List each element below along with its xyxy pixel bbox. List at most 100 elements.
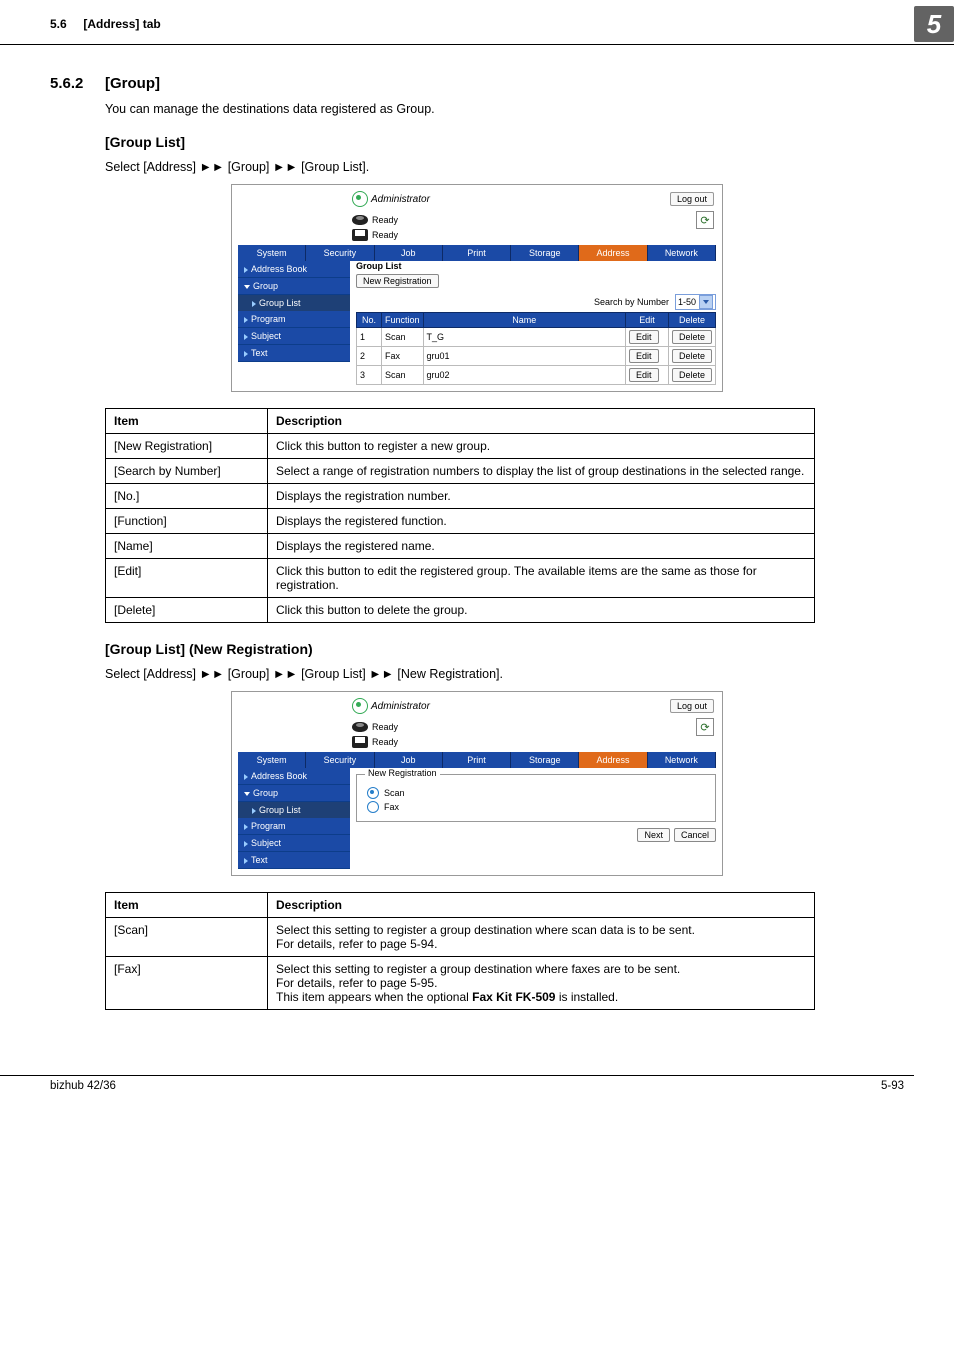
tab-job[interactable]: Job xyxy=(375,752,443,768)
caret-icon xyxy=(244,334,248,340)
table-row: 1 Scan T_G Edit Delete xyxy=(357,328,716,347)
edit-button[interactable]: Edit xyxy=(629,330,659,344)
admin-icon xyxy=(352,191,368,207)
delete-button[interactable]: Delete xyxy=(672,368,712,382)
sidebar-text[interactable]: Text xyxy=(238,345,350,362)
delete-button[interactable]: Delete xyxy=(672,349,712,363)
table-row: 2 Fax gru01 Edit Delete xyxy=(357,347,716,366)
col-description: Description xyxy=(268,409,815,434)
ready-disk: Ready xyxy=(372,722,398,732)
tab-security[interactable]: Security xyxy=(306,245,374,261)
caret-icon xyxy=(244,841,248,847)
edit-button[interactable]: Edit xyxy=(629,349,659,363)
disk-icon xyxy=(352,215,368,225)
sidebar-program[interactable]: Program xyxy=(238,818,350,835)
chevron-down-icon xyxy=(244,285,250,289)
tab-storage[interactable]: Storage xyxy=(511,245,579,261)
grouplist-heading: [Group List] xyxy=(105,134,904,150)
caret-icon xyxy=(244,774,248,780)
radio-fax-row[interactable]: Fax xyxy=(367,801,705,813)
caret-icon xyxy=(252,808,256,814)
tab-network[interactable]: Network xyxy=(648,245,716,261)
tab-bar: System Security Job Print Storage Addres… xyxy=(238,245,716,261)
col-edit: Edit xyxy=(625,313,668,328)
tab-address[interactable]: Address xyxy=(579,752,647,768)
tab-address[interactable]: Address xyxy=(579,245,647,261)
radio-scan[interactable] xyxy=(367,787,379,799)
chevron-down-icon xyxy=(244,792,250,796)
dropdown-arrow-icon xyxy=(699,295,713,309)
radio-fax[interactable] xyxy=(367,801,379,813)
search-by-number-label: Search by Number xyxy=(594,297,669,307)
footer-page-number: 5-93 xyxy=(881,1080,904,1092)
col-delete: Delete xyxy=(668,313,715,328)
header-section-num: 5.6 xyxy=(50,17,67,31)
section-number: 5.6.2 xyxy=(50,75,105,92)
sidebar-group[interactable]: Group xyxy=(238,278,350,295)
col-no: No. xyxy=(357,313,382,328)
search-range-value: 1-50 xyxy=(678,297,696,307)
search-range-select[interactable]: 1-50 xyxy=(675,294,716,310)
sidebar-grouplist[interactable]: Group List xyxy=(238,295,350,311)
radio-scan-label: Scan xyxy=(384,788,405,798)
tab-system[interactable]: System xyxy=(238,752,306,768)
logout-button[interactable]: Log out xyxy=(670,699,714,713)
grouplist-nav: Select [Address] ►► [Group] ►► [Group Li… xyxy=(105,160,904,174)
sidebar-addressbook[interactable]: Address Book xyxy=(238,261,350,278)
section-intro: You can manage the destinations data reg… xyxy=(105,102,904,116)
admin-label: Administrator xyxy=(371,701,430,712)
logout-button[interactable]: Log out xyxy=(670,192,714,206)
refresh-icon[interactable] xyxy=(696,718,714,736)
admin-icon xyxy=(352,698,368,714)
grouplist-description-table: Item Description [New Registration]Click… xyxy=(105,408,815,623)
ready-printer: Ready xyxy=(372,737,398,747)
caret-icon xyxy=(244,267,248,273)
col-item: Item xyxy=(106,893,268,918)
new-registration-button[interactable]: New Registration xyxy=(356,274,439,288)
next-button[interactable]: Next xyxy=(637,828,670,842)
sidebar-addressbook[interactable]: Address Book xyxy=(238,768,350,785)
tab-print[interactable]: Print xyxy=(443,245,511,261)
ready-printer: Ready xyxy=(372,230,398,240)
caret-icon xyxy=(244,317,248,323)
caret-icon xyxy=(244,858,248,864)
panel-title: Group List xyxy=(356,261,716,271)
grouplist-table: No. Function Name Edit Delete 1 Scan T_G… xyxy=(356,312,716,385)
printer-icon xyxy=(352,736,368,748)
admin-label: Administrator xyxy=(371,194,430,205)
ready-disk: Ready xyxy=(372,215,398,225)
sidebar-group[interactable]: Group xyxy=(238,785,350,802)
tab-system[interactable]: System xyxy=(238,245,306,261)
disk-icon xyxy=(352,722,368,732)
sidebar-subject[interactable]: Subject xyxy=(238,328,350,345)
caret-icon xyxy=(244,824,248,830)
grouplist-screenshot: Administrator Log out Ready Ready System… xyxy=(231,184,723,392)
refresh-icon[interactable] xyxy=(696,211,714,229)
radio-scan-row[interactable]: Scan xyxy=(367,787,705,799)
sidebar-subject[interactable]: Subject xyxy=(238,835,350,852)
footer-product: bizhub 42/36 xyxy=(50,1080,116,1092)
page-header: 5.6 [Address] tab 5 xyxy=(0,0,954,45)
tab-storage[interactable]: Storage xyxy=(511,752,579,768)
tab-network[interactable]: Network xyxy=(648,752,716,768)
sidebar-grouplist[interactable]: Group List xyxy=(238,802,350,818)
newreg-description-table: Item Description [Scan] Select this sett… xyxy=(105,892,815,1010)
cancel-button[interactable]: Cancel xyxy=(674,828,716,842)
page-footer: bizhub 42/36 5-93 xyxy=(0,1075,914,1092)
table-row: 3 Scan gru02 Edit Delete xyxy=(357,366,716,385)
caret-icon xyxy=(252,301,256,307)
sidebar-program[interactable]: Program xyxy=(238,311,350,328)
delete-button[interactable]: Delete xyxy=(672,330,712,344)
col-name: Name xyxy=(423,313,625,328)
tab-security[interactable]: Security xyxy=(306,752,374,768)
col-item: Item xyxy=(106,409,268,434)
tab-print[interactable]: Print xyxy=(443,752,511,768)
radio-fax-label: Fax xyxy=(384,802,399,812)
printer-icon xyxy=(352,229,368,241)
tab-job[interactable]: Job xyxy=(375,245,443,261)
caret-icon xyxy=(244,351,248,357)
chapter-number-badge: 5 xyxy=(914,6,954,42)
edit-button[interactable]: Edit xyxy=(629,368,659,382)
col-description: Description xyxy=(268,893,815,918)
sidebar-text[interactable]: Text xyxy=(238,852,350,869)
